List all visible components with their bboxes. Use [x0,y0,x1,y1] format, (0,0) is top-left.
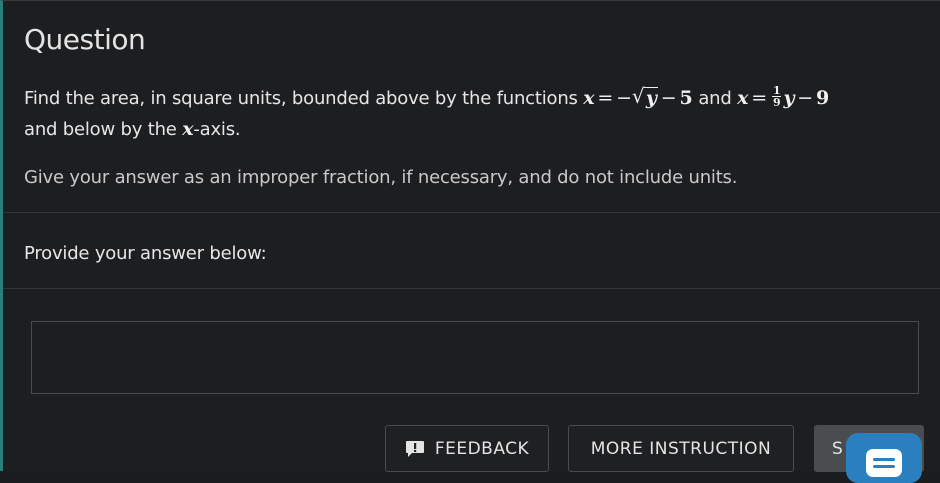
question-text-line-2: and below by the x-axis. [24,118,241,140]
answer-hint: Give your answer as an improper fraction… [24,167,738,188]
function-1-sqrt: √ y [631,84,658,109]
function-2-constant: 9 [816,87,830,109]
function-1-equals: = [597,87,614,109]
question-text-prefix: Find the area, in square units, bounded … [24,88,578,109]
comment-exclamation-icon [405,440,425,458]
divider [3,288,940,289]
function-2-lhs: x [737,87,749,109]
function-2-variable: y [783,87,795,109]
chat-icon [866,449,902,477]
more-instruction-button[interactable]: MORE INSTRUCTION [568,425,794,472]
more-instruction-label: MORE INSTRUCTION [590,438,772,459]
x-axis-variable: x [182,118,194,140]
feedback-button[interactable]: FEEDBACK [385,425,549,472]
and-word: and [698,88,732,109]
question-title: Question [24,23,146,56]
submit-label: S [832,438,844,459]
function-1: x = − √ y −5 [583,84,698,109]
function-2-fraction: 19 [771,83,782,109]
function-1-constant: 5 [679,87,693,109]
question-panel: Question Find the area, in square units,… [0,0,940,483]
x-axis-variable-wrap: x [182,118,193,140]
function-1-radicand: y [645,87,657,109]
question-text-line-1: Find the area, in square units, bounded … [24,83,830,111]
question-line2-suffix: -axis. [193,119,241,140]
question-line2-prefix: and below by the [24,119,177,140]
function-1-lhs: x [583,87,595,109]
answer-prompt: Provide your answer below: [24,243,267,264]
function-2: x = 1 9 y −9 [737,83,830,110]
fraction-numerator: 1 [771,83,782,97]
function-2-minus: − [797,87,814,109]
function-2-equals: = [751,87,767,109]
function-1-minus: − [660,87,677,109]
radical-sign: √ [631,84,645,108]
fraction-denominator: 9 [772,95,781,109]
answer-input[interactable] [31,321,919,394]
function-1-negative: − [616,87,632,109]
feedback-label: FEEDBACK [434,438,530,459]
divider [3,212,940,213]
chat-button[interactable] [846,433,922,483]
